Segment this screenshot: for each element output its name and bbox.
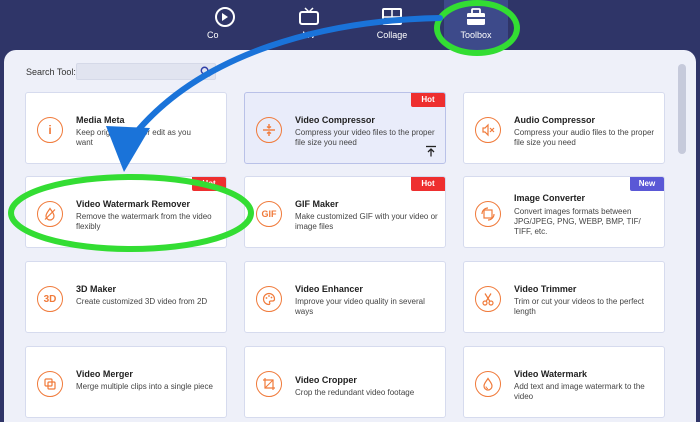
upload-icon[interactable] [425,145,437,157]
tool-desc: Keep origina or edit as you want [76,128,191,147]
watermark-drop-icon [475,371,501,397]
info-icon: i [37,117,63,143]
tool-title: 3D Maker [76,284,117,294]
tool-title: GIF Maker [295,199,339,209]
hot-badge: Hot [411,177,445,191]
tool-card-media-metadata-editor[interactable]: i Media Meta Keep origina or edit as you w… [25,92,227,164]
tool-title: Video Compressor [295,115,375,125]
tool-title: Video Merger [76,369,133,379]
tool-card-video-enhancer[interactable]: Video Enhancer Improve your video qualit… [244,261,446,333]
tool-desc: Merge multiple clips into a single piece [76,382,213,391]
tool-card-audio-compressor[interactable]: Audio Compressor Compress your audio fil… [463,92,665,164]
tool-desc: Crop the redundant video footage [295,388,415,397]
tool-card-video-cropper[interactable]: Video Cropper Crop the redundant video f… [244,346,446,418]
tool-title: Image Converter [514,193,586,203]
tool-card-video-compressor[interactable]: Video Compressor Compress your video fil… [244,92,446,164]
nav-collage[interactable]: Collage [357,6,427,46]
audio-compress-icon [475,117,501,143]
scrollbar[interactable] [678,64,686,154]
tool-desc: Create customized 3D video from 2D [76,297,208,306]
nav-label: MV [302,30,316,40]
nav-toolbox[interactable]: Toolbox [441,6,511,46]
hot-badge: Hot [192,177,226,191]
hot-badge: Hot [411,93,445,107]
image-convert-icon [475,201,501,227]
tool-desc: Make customized GIF with your video or i… [295,212,438,231]
watermark-remove-icon [37,201,63,227]
scissors-icon [475,286,501,312]
tool-title: Video Cropper [295,375,357,385]
search-icon[interactable] [200,66,211,77]
tool-title: Video Trimmer [514,284,577,294]
3d-icon: 3D [37,286,63,312]
tool-desc: Convert images formats between JPG/JPEG,… [514,207,641,236]
search-label: Search Tool: [26,67,76,77]
new-badge: New [630,177,664,191]
tool-title: Video Watermark Remover [76,199,191,209]
tool-desc: Compress your audio files to the proper … [514,128,655,147]
search-input[interactable] [76,63,216,80]
tool-title: Video Enhancer [295,284,363,294]
tool-desc: Add text and image watermark to the vide… [514,382,645,401]
tool-title: Video Watermark [514,369,588,379]
tool-card-3d-maker[interactable]: 3D 3D Maker Create customized 3D video f… [25,261,227,333]
tool-title: Media Meta [76,115,125,125]
collage-icon [382,8,402,25]
gif-icon: GIF [256,201,282,227]
toolbox-icon [467,8,485,25]
tv-icon [299,7,319,25]
palette-icon [256,286,282,312]
nav-label: Co [207,30,219,40]
tool-title: Audio Compressor [514,115,596,125]
tool-card-video-watermark-remover[interactable]: Video Watermark Remover Remove the water… [25,176,227,248]
compress-icon [256,117,282,143]
tool-desc: Compress your video files to the proper … [295,128,435,147]
nav-converter[interactable]: Co [190,6,260,46]
tool-desc: Improve your video quality in several wa… [295,297,425,316]
tool-card-gif-maker[interactable]: GIF GIF Maker Make customized GIF with y… [244,176,446,248]
nav-label: Collage [376,30,408,40]
convert-icon [215,7,235,27]
tool-desc: Remove the watermark from the video flex… [76,212,212,231]
top-nav: Co MV Collage Toolbox [0,0,700,50]
tool-desc: Trim or cut your videos to the perfect l… [514,297,644,316]
tool-card-image-converter[interactable]: Image Converter Convert images formats b… [463,176,665,248]
nav-label: Toolbox [460,30,492,40]
nav-mv[interactable]: MV [274,6,344,46]
tool-card-video-watermark[interactable]: Video Watermark Add text and image water… [463,346,665,418]
tool-card-video-trimmer[interactable]: Video Trimmer Trim or cut your videos to… [463,261,665,333]
merge-icon [37,371,63,397]
crop-icon [256,371,282,397]
tool-card-video-merger[interactable]: Video Merger Merge multiple clips into a… [25,346,227,418]
